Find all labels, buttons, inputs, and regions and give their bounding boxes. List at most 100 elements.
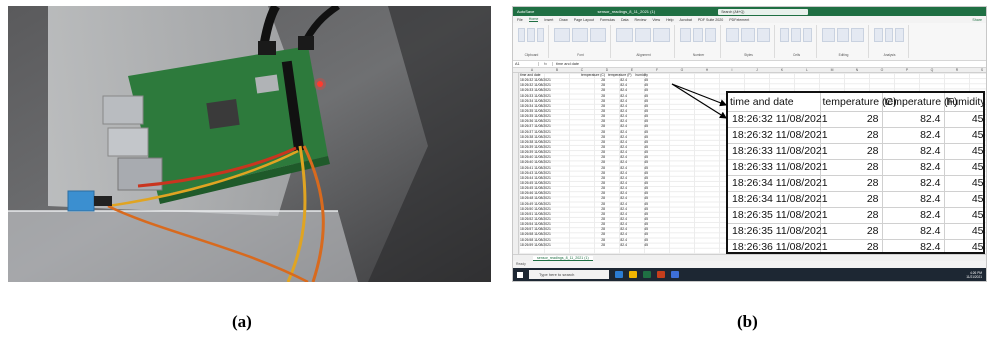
zoom-value-cell: 45 (944, 127, 983, 144)
column-header-g[interactable]: G (677, 68, 687, 72)
sheet-tabs: sensor_readings_8_11_2021 (1) (513, 254, 986, 261)
column-header-a[interactable]: A (527, 68, 537, 72)
share-button[interactable]: Share (972, 18, 982, 22)
excel-icon[interactable] (643, 271, 651, 278)
column-header-o[interactable]: O (877, 68, 887, 72)
edge-icon[interactable] (615, 271, 623, 278)
windows-start-icon[interactable] (517, 271, 523, 278)
search-box[interactable]: Search (Alt+Q) (718, 8, 809, 15)
zoom-header-cell: temperature (F) (882, 93, 957, 112)
formula-input[interactable]: time and date (553, 62, 579, 66)
column-header-c[interactable]: C (577, 68, 587, 72)
explorer-icon[interactable] (629, 271, 637, 278)
ribbon-button[interactable] (590, 28, 606, 42)
ribbon-button[interactable] (802, 28, 812, 42)
menu-item-view[interactable]: View (652, 18, 660, 22)
sheet-cell[interactable]: 18:26:59 11/08/2021 (520, 243, 578, 248)
ribbon-button[interactable] (756, 28, 770, 42)
ribbon-button[interactable] (680, 28, 691, 42)
zoom-row: 18:26:32 11/08/2021 28 82.4 45 (728, 111, 983, 128)
ribbon-button[interactable] (692, 28, 704, 42)
column-header-m[interactable]: M (827, 68, 837, 72)
ribbon-button[interactable] (822, 28, 835, 42)
ribbon-group-styles: Styles (723, 25, 775, 58)
cpu-chip (206, 99, 240, 129)
column-header-p[interactable]: P (902, 68, 912, 72)
ribbon-group-label: Font (577, 53, 584, 57)
ribbon-button[interactable] (836, 28, 850, 42)
ribbon-button[interactable] (726, 28, 740, 42)
ribbon-button[interactable] (536, 28, 544, 42)
zoom-timestamp-cell: 18:26:33 11/08/2021 (728, 143, 828, 160)
zoom-timestamp-cell: 18:26:34 11/08/2021 (728, 191, 828, 208)
menu-item-file[interactable]: File (517, 18, 523, 22)
column-header-l[interactable]: L (802, 68, 812, 72)
ribbon-button[interactable] (780, 28, 790, 42)
column-header-n[interactable]: N (852, 68, 862, 72)
sheet-cell[interactable]: 45 (630, 243, 648, 248)
column-header-r[interactable]: R (952, 68, 962, 72)
excel-titlebar: AutoSave sensor_readings_8_11_2021 (1) S… (513, 7, 986, 16)
ribbon-button[interactable] (884, 28, 894, 42)
column-header-j[interactable]: J (752, 68, 762, 72)
zoom-timestamp-cell: 18:26:32 11/08/2021 (728, 111, 828, 128)
ribbon-group-label: Editing (838, 53, 849, 57)
word-icon[interactable] (671, 271, 679, 278)
menu-item-review[interactable]: Review (635, 18, 647, 22)
sheet-cell[interactable]: 82.4 (608, 243, 630, 248)
zoom-value-cell: 28 (820, 127, 883, 144)
powerpoint-icon[interactable] (657, 271, 665, 278)
ribbon-button[interactable] (527, 28, 535, 42)
menu-item-home[interactable]: Home (528, 17, 539, 22)
ribbon-button[interactable] (554, 28, 570, 42)
ribbon-button[interactable] (634, 28, 652, 42)
zoom-value-cell: 82.4 (882, 207, 945, 224)
sheet-row: 18:26:59 11/08/2021 28 82.4 45 (520, 243, 648, 248)
ribbon-group-label: Number (692, 53, 705, 57)
ribbon-button[interactable] (895, 28, 904, 42)
column-header-d[interactable]: D (602, 68, 612, 72)
menu-item-acrobat[interactable]: Acrobat (679, 18, 691, 22)
ribbon-button[interactable] (874, 28, 883, 42)
zoom-row: 18:26:33 11/08/2021 28 82.4 45 (728, 159, 983, 176)
sheet-cell[interactable]: 28 (578, 243, 608, 248)
ribbon-button[interactable] (705, 28, 716, 42)
menu-item-insert[interactable]: Insert (544, 18, 553, 22)
raspberry-pi-photo (8, 6, 491, 282)
ribbon-button[interactable] (616, 28, 633, 42)
zoom-value-cell: 45 (944, 111, 983, 128)
menu-item-data[interactable]: Data (621, 18, 629, 22)
ribbon-group-label: Styles (744, 53, 753, 57)
caption-b: (b) (737, 312, 758, 331)
ribbon-button[interactable] (653, 28, 670, 42)
menu-item-pdfelement[interactable]: PDFelement (729, 18, 749, 22)
column-header-f[interactable]: F (652, 68, 662, 72)
column-header-q[interactable]: Q (927, 68, 937, 72)
ribbon-button[interactable] (851, 28, 864, 42)
menu-item-draw[interactable]: Draw (559, 18, 567, 22)
zoom-timestamp-cell: 18:26:33 11/08/2021 (728, 159, 828, 176)
fx-icon[interactable]: fx (539, 62, 553, 66)
zoom-value-cell: 28 (820, 143, 883, 160)
ribbon-button[interactable] (572, 28, 588, 42)
column-header-h[interactable]: H (702, 68, 712, 72)
zoom-timestamp-cell: 18:26:32 11/08/2021 (728, 127, 828, 144)
menu-item-pdf-suite-2020[interactable]: PDF Suite 2020 (698, 18, 723, 22)
column-header-b[interactable]: B (552, 68, 562, 72)
excel-window: AutoSave sensor_readings_8_11_2021 (1) S… (512, 6, 987, 282)
autosave-toggle[interactable]: AutoSave (517, 9, 534, 14)
sheet-tab[interactable]: sensor_readings_8_11_2021 (1) (533, 255, 593, 261)
menu-item-formulas[interactable]: Formulas (600, 18, 615, 22)
name-box[interactable]: A1 (513, 62, 539, 66)
menu-item-help[interactable]: Help (666, 18, 673, 22)
ribbon-button[interactable] (518, 28, 526, 42)
column-header-k[interactable]: K (777, 68, 787, 72)
menu-item-page-layout[interactable]: Page Layout (574, 18, 594, 22)
column-header-s[interactable]: S (977, 68, 986, 72)
taskbar-search[interactable]: Type here to search (529, 270, 609, 279)
zoom-value-cell: 45 (944, 159, 983, 176)
ribbon-button[interactable] (791, 28, 801, 42)
column-header-e[interactable]: E (627, 68, 637, 72)
column-header-i[interactable]: I (727, 68, 737, 72)
ribbon-button[interactable] (741, 28, 755, 42)
